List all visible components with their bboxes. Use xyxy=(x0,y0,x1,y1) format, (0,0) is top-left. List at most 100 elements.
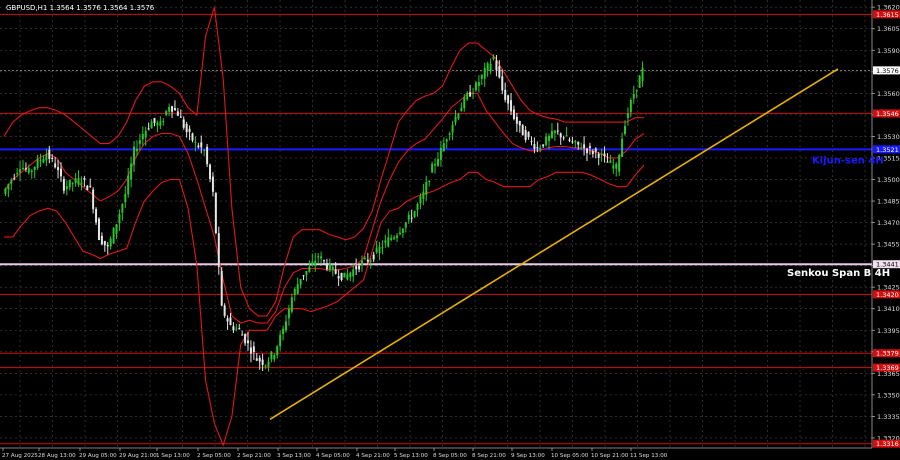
price-tag-label: 1.3379 xyxy=(876,350,899,358)
candle-body xyxy=(217,233,220,267)
price-tick-label: 1.3410 xyxy=(877,305,900,313)
candle-body xyxy=(226,318,229,322)
trading-chart-window[interactable]: 1.36201.36051.35901.35751.35601.35451.35… xyxy=(0,0,900,460)
candle-body xyxy=(428,180,431,182)
candle-body xyxy=(337,275,340,279)
candle-body xyxy=(45,154,48,161)
candle-body xyxy=(404,222,407,228)
time-tick-label: 1 Sep 13:00 xyxy=(156,453,190,459)
time-tick-label: 4 Sep 21:00 xyxy=(356,453,390,459)
candle-body xyxy=(80,182,83,185)
candle-body xyxy=(507,95,510,104)
candle-body xyxy=(30,170,33,172)
price-candles xyxy=(4,54,644,372)
candle-body xyxy=(285,321,288,331)
price-tick-label: 1.3485 xyxy=(877,198,900,206)
candle-body xyxy=(463,97,466,109)
candle-body xyxy=(442,143,445,152)
candle-body xyxy=(244,334,247,344)
candle-body xyxy=(638,75,641,88)
time-tick-label: 2 Sep 05:00 xyxy=(197,453,231,459)
time-tick-label: 8 Sep 05:00 xyxy=(433,453,467,459)
candle-body xyxy=(501,76,504,91)
candle-body xyxy=(54,163,57,168)
candle-body xyxy=(571,141,574,143)
candle-body xyxy=(445,139,448,142)
candle-body xyxy=(530,141,533,143)
candle-body xyxy=(510,100,513,112)
candle-body xyxy=(387,237,390,247)
candle-body xyxy=(197,145,200,148)
candle-body xyxy=(390,237,393,241)
price-tag-label: 1.3521 xyxy=(876,146,899,154)
candle-body xyxy=(308,266,311,272)
candle-body xyxy=(360,260,363,266)
candle-body xyxy=(565,135,568,137)
candle-body xyxy=(626,113,629,118)
candle-body xyxy=(130,163,133,180)
price-tag-label: 1.3369 xyxy=(876,364,899,372)
price-tick-label: 1.3500 xyxy=(877,176,900,184)
price-tick-label: 1.3335 xyxy=(877,413,900,421)
time-tick-label: 27 Aug 2025 xyxy=(2,453,38,459)
candle-body xyxy=(92,189,95,210)
candle-body xyxy=(454,116,457,123)
candle-body xyxy=(100,235,103,245)
candle-body xyxy=(352,269,355,277)
candle-body xyxy=(398,232,401,234)
candle-body xyxy=(77,177,80,185)
candle-body xyxy=(480,74,483,79)
candle-body xyxy=(548,135,551,141)
candle-body xyxy=(550,130,553,139)
candle-body xyxy=(545,136,548,146)
candle-body xyxy=(580,148,583,150)
time-tick-label: 2 Sep 21:00 xyxy=(237,453,271,459)
candle-body xyxy=(270,351,273,360)
candle-body xyxy=(355,266,358,270)
candle-body xyxy=(542,144,545,147)
candle-body xyxy=(323,260,325,262)
candle-body xyxy=(86,185,89,191)
price-tag-label: 1.3420 xyxy=(876,291,899,299)
candle-body xyxy=(27,168,30,173)
candle-body xyxy=(588,146,591,148)
candle-body xyxy=(179,116,182,118)
candle-body xyxy=(594,148,597,152)
candle-body xyxy=(95,209,98,223)
candle-body xyxy=(378,246,381,254)
candle-body xyxy=(203,150,206,152)
candle-body xyxy=(290,297,293,312)
time-tick-label: 3 Sep 13:00 xyxy=(277,453,311,459)
candle-body xyxy=(422,191,425,199)
candle-body xyxy=(62,179,65,191)
candle-body xyxy=(24,168,27,170)
candle-body xyxy=(74,178,77,183)
candle-body xyxy=(258,357,261,362)
candle-body xyxy=(536,147,539,149)
price-tick-label: 1.3455 xyxy=(877,241,900,249)
candle-body xyxy=(144,130,147,138)
candle-body xyxy=(173,108,176,111)
band-line-3 xyxy=(3,92,645,324)
candle-body xyxy=(498,66,501,78)
candle-body xyxy=(586,148,589,154)
candle-body xyxy=(492,56,495,60)
price-chart[interactable]: 1.36201.36051.35901.35751.35601.35451.35… xyxy=(0,0,900,460)
candle-body xyxy=(241,334,244,336)
candle-body xyxy=(363,257,366,259)
candle-body xyxy=(51,157,54,159)
candle-body xyxy=(200,142,203,148)
candle-body xyxy=(118,214,121,224)
chart-grid xyxy=(0,0,872,448)
candle-body xyxy=(138,140,141,144)
time-tick-label: 9 Sep 13:00 xyxy=(511,453,545,459)
candle-body xyxy=(7,184,10,190)
candle-body xyxy=(597,153,600,158)
candle-body xyxy=(302,275,305,277)
time-tick-label: 10 Sep 05:00 xyxy=(551,453,589,459)
candle-body xyxy=(314,260,317,266)
price-tick-label: 1.3530 xyxy=(877,133,900,141)
candle-body xyxy=(276,346,279,356)
time-tick-label: 5 Sep 13:00 xyxy=(394,453,428,459)
candle-body xyxy=(68,179,71,188)
